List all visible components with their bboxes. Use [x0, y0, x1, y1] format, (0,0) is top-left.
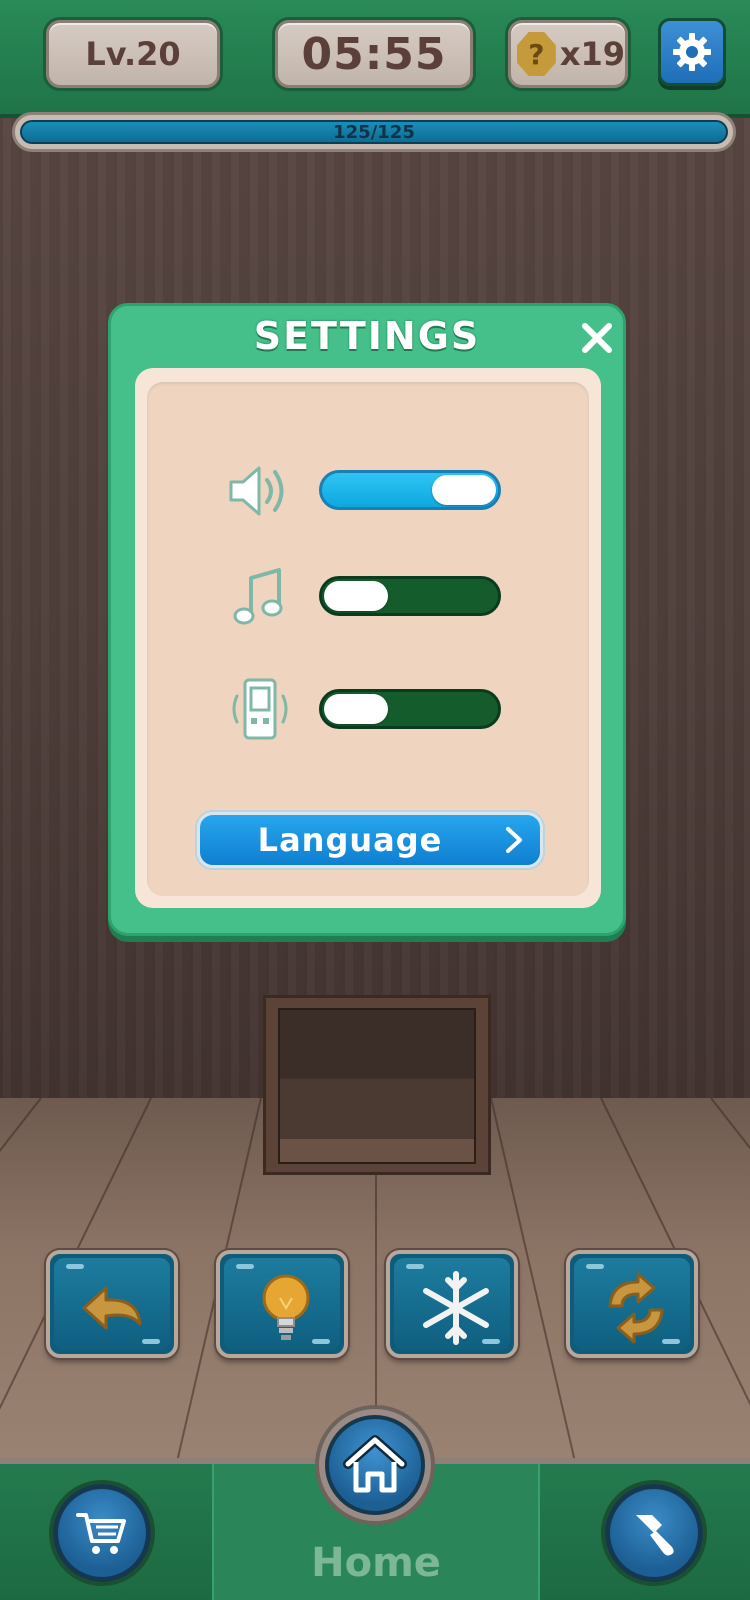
- shuffle-icon: [608, 1272, 664, 1344]
- lightbulb-icon: [262, 1274, 310, 1340]
- freeze-button[interactable]: [386, 1250, 518, 1358]
- settings-dialog: SETTINGS Language: [108, 303, 626, 936]
- top-hud: Lv.20 05:55 ? x19: [0, 0, 750, 118]
- hint-counter[interactable]: ? x19: [508, 20, 628, 88]
- speaker-icon: [229, 466, 284, 516]
- close-button[interactable]: [577, 318, 617, 358]
- level-display: Lv.20: [46, 20, 220, 88]
- home-label: Home: [311, 1540, 441, 1586]
- gear-icon: [673, 33, 711, 71]
- language-button[interactable]: Language: [197, 812, 543, 868]
- hint-coin-icon: ?: [517, 32, 556, 76]
- toggle-knob: [432, 475, 496, 505]
- chevron-right-icon: [506, 827, 522, 853]
- home-button[interactable]: [315, 1405, 435, 1525]
- undo-arrow-icon: [82, 1286, 142, 1330]
- progress-label: 125/125: [333, 121, 415, 143]
- paintbrush-icon: [636, 1515, 674, 1556]
- settings-button[interactable]: [658, 18, 726, 86]
- settings-title: SETTINGS: [253, 314, 481, 358]
- level-progress-bar: 125/125: [12, 112, 736, 152]
- close-icon: [582, 323, 612, 353]
- toggle-knob: [324, 581, 388, 611]
- shelf-interior: [278, 1008, 476, 1164]
- settings-panel: Language: [135, 368, 601, 908]
- timer-display: 05:55: [275, 20, 473, 88]
- shop-button[interactable]: [53, 1484, 151, 1582]
- vibration-icon: [232, 678, 288, 740]
- language-label: Language: [257, 821, 443, 859]
- cart-icon: [76, 1513, 126, 1554]
- shelf-box: [263, 995, 491, 1175]
- decorate-button[interactable]: [605, 1484, 703, 1582]
- hint-count: x19: [559, 35, 625, 73]
- home-icon: [343, 1435, 407, 1493]
- settings-panel-inner: Language: [147, 382, 589, 896]
- shuffle-button[interactable]: [566, 1250, 698, 1358]
- snowflake-icon: [423, 1271, 489, 1345]
- sound-toggle[interactable]: [319, 470, 501, 510]
- music-toggle[interactable]: [319, 576, 501, 616]
- toggle-knob: [324, 694, 388, 724]
- music-note-icon: [233, 568, 283, 625]
- undo-button[interactable]: [46, 1250, 178, 1358]
- vibration-toggle[interactable]: [319, 689, 501, 729]
- hint-button[interactable]: [216, 1250, 348, 1358]
